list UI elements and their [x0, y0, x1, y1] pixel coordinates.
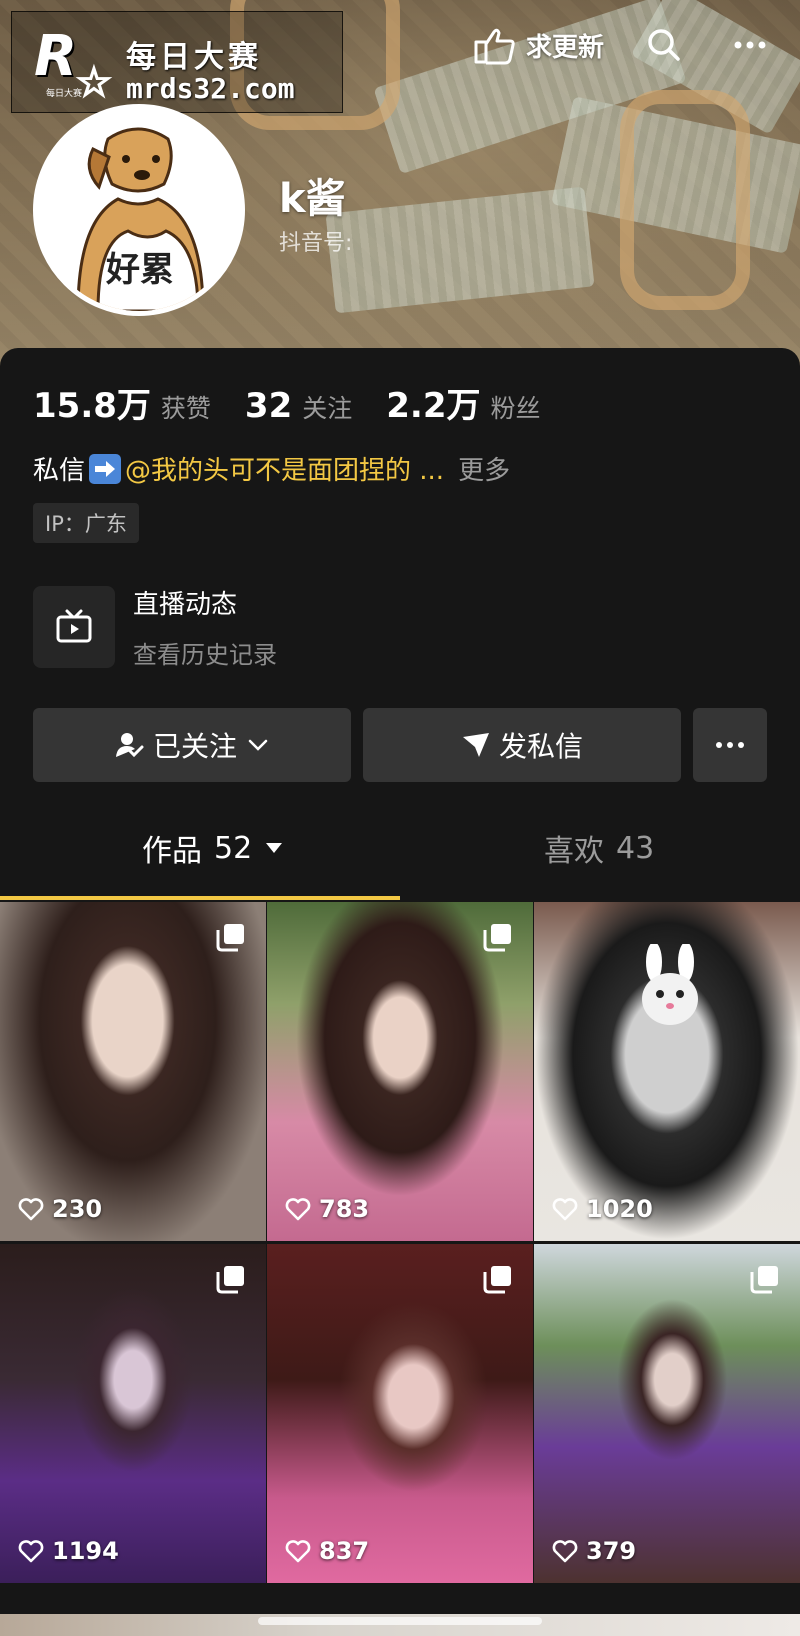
watermark-overlay: R ☆ 每日大赛 每日大赛 mrds32.com	[11, 11, 343, 113]
home-indicator[interactable]	[258, 1617, 542, 1625]
paper-plane-icon	[462, 733, 489, 757]
more-options-button[interactable]	[693, 708, 767, 782]
heart-icon	[285, 1198, 311, 1221]
video-tile[interactable]: 1194	[0, 1244, 266, 1583]
content-tabs: 作品 52 喜欢 43	[0, 808, 800, 888]
ip-location-tag: IP：广东	[33, 503, 139, 543]
request-update-button[interactable]: 求更新	[472, 24, 604, 66]
bio-mention-link[interactable]: @我的头可不是面团捏的 ...	[125, 450, 444, 487]
request-update-label: 求更新	[525, 32, 604, 63]
stats-row: 15.8万 获赞 32 关注 2.2万 粉丝	[33, 378, 575, 427]
multi-image-icon	[216, 924, 244, 952]
multi-image-icon	[216, 1266, 244, 1294]
like-count: 837	[319, 1537, 370, 1565]
heart-icon	[552, 1198, 578, 1221]
like-count: 379	[586, 1537, 637, 1565]
avatar[interactable]: 好累	[33, 104, 245, 316]
like-count: 1020	[586, 1195, 653, 1223]
user-check-icon	[115, 733, 144, 758]
profile-card: 15.8万 获赞 32 关注 2.2万 粉丝 私信 @我的头可不是面团捏的 ..…	[0, 348, 800, 1636]
video-grid: 230 783 1020 1194 837 379	[0, 902, 800, 1583]
video-tile[interactable]: 230	[0, 902, 266, 1241]
video-tile[interactable]: 783	[267, 902, 533, 1241]
dog-avatar-image: 好累	[38, 109, 240, 311]
action-buttons: 已关注 发私信	[33, 708, 767, 782]
stat-following[interactable]: 32 关注	[245, 386, 352, 426]
heart-icon	[552, 1540, 578, 1563]
ellipsis-icon	[716, 742, 744, 748]
right-arrow-emoji-icon	[89, 453, 122, 484]
bio-prefix: 私信	[33, 456, 86, 486]
bunny-face-icon	[642, 944, 698, 1025]
username: k酱	[279, 176, 346, 222]
heart-icon	[18, 1540, 44, 1563]
stat-followers[interactable]: 2.2万 粉丝	[386, 378, 540, 427]
watermark-title: 每日大赛	[126, 40, 262, 75]
live-subtitle: 查看历史记录	[133, 641, 277, 669]
watermark-logo: R ☆ 每日大赛	[34, 24, 113, 107]
bio-more-link[interactable]: 更多	[458, 450, 510, 487]
video-tile[interactable]: 1020	[534, 902, 800, 1241]
tab-works[interactable]: 作品 52	[142, 808, 283, 888]
tab-likes[interactable]: 喜欢 43	[544, 808, 654, 888]
multi-image-icon	[750, 1266, 778, 1294]
bio: 私信 @我的头可不是面团捏的 ... 更多	[33, 450, 510, 487]
live-title: 直播动态	[133, 590, 238, 620]
like-count: 783	[319, 1195, 370, 1223]
like-count: 230	[52, 1195, 103, 1223]
heart-icon	[285, 1540, 311, 1563]
top-action-bar: 求更新	[472, 24, 770, 66]
multi-image-icon	[483, 924, 511, 952]
multi-image-icon	[483, 1266, 511, 1294]
stat-likes[interactable]: 15.8万 获赞	[33, 378, 211, 427]
douyin-id-label: 抖音号:	[279, 231, 353, 256]
video-tile[interactable]: 379	[534, 1244, 800, 1583]
caret-down-icon	[266, 843, 283, 853]
pointing-hand-icon	[474, 28, 515, 65]
chevron-down-icon	[248, 739, 268, 751]
send-message-button[interactable]: 发私信	[363, 708, 681, 782]
followed-button[interactable]: 已关注	[33, 708, 351, 782]
like-count: 1194	[52, 1537, 119, 1565]
live-history-entry[interactable]: 直播动态 查看历史记录	[33, 584, 277, 670]
watermark-domain: mrds32.com	[126, 72, 295, 105]
heart-icon	[18, 1198, 44, 1221]
search-icon[interactable]	[644, 25, 684, 65]
active-tab-indicator	[0, 896, 400, 900]
more-icon[interactable]	[730, 25, 770, 65]
tv-icon	[33, 586, 115, 668]
avatar-caption: 好累	[105, 250, 174, 290]
video-tile[interactable]: 837	[267, 1244, 533, 1583]
